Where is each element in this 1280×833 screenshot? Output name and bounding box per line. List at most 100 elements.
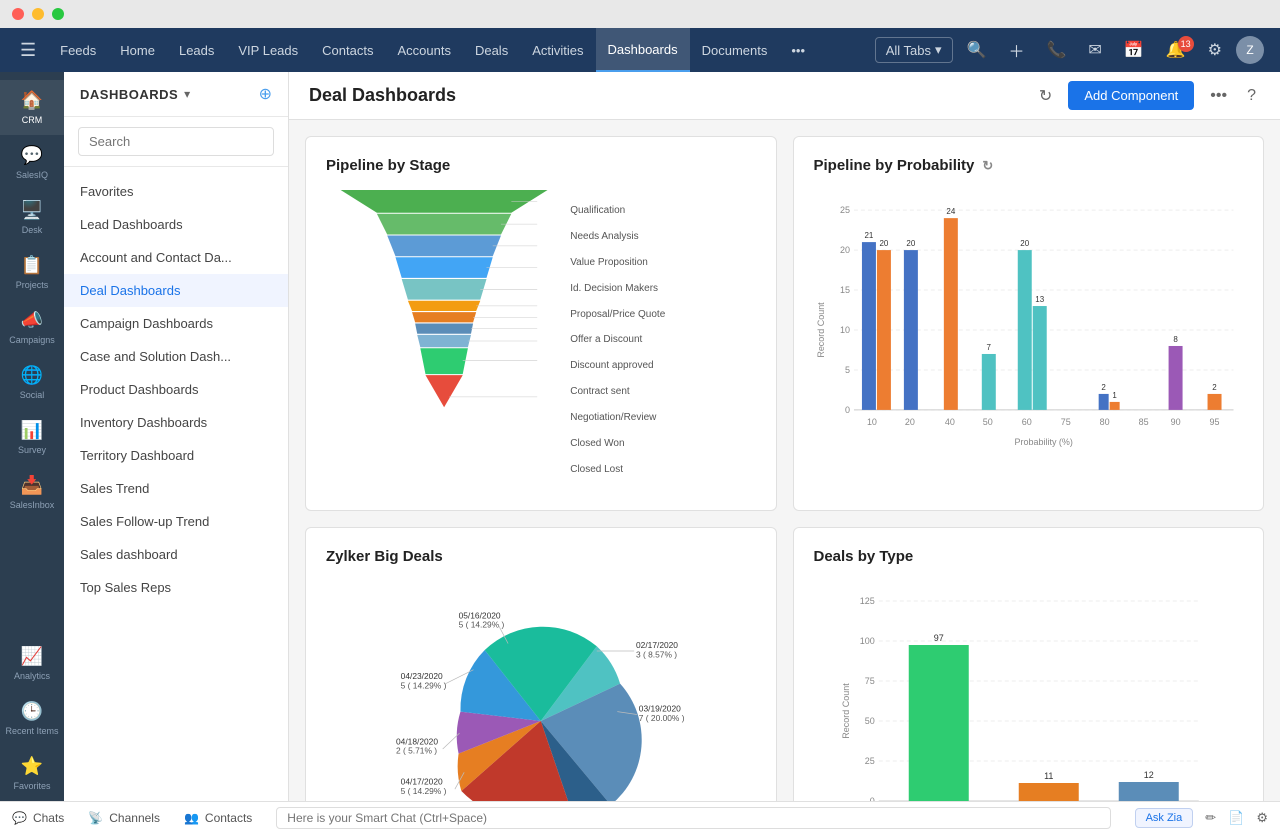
email-icon-btn[interactable]: ✉ (1080, 36, 1109, 64)
sidebar-item-top-sales-reps[interactable]: Top Sales Reps (64, 571, 288, 604)
minimize-btn[interactable] (32, 8, 44, 20)
bottom-icon-2[interactable]: 📄 (1228, 810, 1244, 826)
funnel-label-6: Discount approved (570, 360, 755, 371)
more-options-icon[interactable]: ••• (1206, 83, 1231, 109)
probability-refresh-icon[interactable]: ↻ (982, 158, 993, 174)
sidebar-item-crm[interactable]: 🏠 CRM (0, 80, 64, 135)
crm-icon: 🏠 (21, 90, 43, 111)
sidebar-item-lead-dashboards[interactable]: Lead Dashboards (64, 208, 288, 241)
sidebar-item-campaign-dashboards[interactable]: Campaign Dashboards (64, 307, 288, 340)
svg-text:7: 7 (986, 343, 991, 352)
sidebar-item-salesinbox[interactable]: 📥 SalesInbox (0, 465, 64, 520)
sidebar-item-territory-dashboard[interactable]: Territory Dashboard (64, 439, 288, 472)
calendar-icon-btn[interactable]: 📅 (1116, 36, 1152, 64)
sidebar-item-favorites[interactable]: Favorites (64, 175, 288, 208)
sidebar-item-projects[interactable]: 📋 Projects (0, 245, 64, 300)
svg-text:100: 100 (859, 636, 874, 646)
svg-text:1: 1 (1112, 391, 1117, 400)
topnav-documents[interactable]: Documents (690, 28, 780, 72)
topnav-activities[interactable]: Activities (520, 28, 595, 72)
add-icon-btn[interactable]: ＋ (1000, 34, 1032, 66)
topnav-home[interactable]: Home (108, 28, 167, 72)
notif-badge: 13 (1178, 36, 1194, 52)
smartchat-input[interactable] (276, 807, 1110, 829)
sidebar-item-recent[interactable]: 🕒 Recent Items (0, 691, 64, 746)
chats-icon: 💬 (12, 811, 27, 825)
topnav-deals[interactable]: Deals (463, 28, 520, 72)
svg-text:40: 40 (944, 417, 954, 427)
desk-icon: 🖥️ (21, 200, 43, 221)
chats-button[interactable]: 💬 Chats (12, 811, 64, 825)
sidebar-item-sales-dashboard[interactable]: Sales dashboard (64, 538, 288, 571)
sidebar-item-sales-trend[interactable]: Sales Trend (64, 472, 288, 505)
sidebar-item-product-dashboards[interactable]: Product Dashboards (64, 373, 288, 406)
topnav-feeds[interactable]: Feeds (48, 28, 108, 72)
hamburger-icon[interactable]: ☰ (8, 40, 48, 61)
sidebar-item-account-contact[interactable]: Account and Contact Da... (64, 241, 288, 274)
contacts-icon: 👥 (184, 811, 199, 825)
sidebar-chevron-icon[interactable]: ▾ (184, 87, 190, 101)
channels-icon: 📡 (88, 811, 103, 825)
topnav-more[interactable]: ••• (779, 28, 817, 72)
svg-text:20: 20 (1020, 239, 1029, 248)
bottom-icon-3[interactable]: ⚙ (1256, 810, 1268, 826)
topnav-accounts[interactable]: Accounts (385, 28, 462, 72)
funnel-label-7: Contract sent (570, 386, 755, 397)
salesinbox-icon: 📥 (21, 475, 43, 496)
sidebar-item-survey[interactable]: 📊 Survey (0, 410, 64, 465)
pie-chart-svg: 02/17/2020 3 ( 8.57% ) 03/19/2020 7 ( 20… (326, 581, 756, 801)
funnel-label-10: Closed Lost (570, 464, 755, 475)
bottombar: 💬 Chats 📡 Channels 👥 Contacts Ask Zia ✏ … (0, 801, 1280, 833)
recent-icon: 🕒 (21, 701, 43, 722)
sidebar-item-case-solution[interactable]: Case and Solution Dash... (64, 340, 288, 373)
svg-text:5: 5 (844, 365, 849, 375)
add-component-button[interactable]: Add Component (1068, 81, 1194, 110)
sidebar-item-sales-followup[interactable]: Sales Follow-up Trend (64, 505, 288, 538)
bottom-icon-1[interactable]: ✏ (1205, 810, 1216, 826)
topnav-contacts[interactable]: Contacts (310, 28, 385, 72)
topnav-vip-leads[interactable]: VIP Leads (226, 28, 310, 72)
phone-icon-btn[interactable]: 📞 (1038, 36, 1074, 64)
sidebar-item-favorites[interactable]: ⭐ Favorites (0, 746, 64, 801)
svg-text:0: 0 (869, 796, 874, 801)
notifications-btn[interactable]: 🔔 13 (1158, 36, 1194, 64)
sidebar-add-icon[interactable]: ⊕ (259, 84, 272, 104)
topnav-dashboards[interactable]: Dashboards (596, 28, 690, 72)
zylker-big-deals-card: Zylker Big Deals (305, 527, 777, 801)
close-btn[interactable] (12, 8, 24, 20)
refresh-icon[interactable]: ↻ (1035, 82, 1056, 110)
all-tabs-button[interactable]: All Tabs ▾ (875, 37, 953, 63)
svg-text:11: 11 (1044, 771, 1053, 781)
maximize-btn[interactable] (52, 8, 64, 20)
svg-text:60: 60 (1021, 417, 1031, 427)
bottom-right: Ask Zia ✏ 📄 ⚙ (1135, 808, 1268, 828)
funnel-label-8: Negotiation/Review (570, 412, 755, 423)
sidebar-item-campaigns[interactable]: 📣 Campaigns (0, 300, 64, 355)
channels-button[interactable]: 📡 Channels (88, 811, 160, 825)
sidebar-item-social[interactable]: 🌐 Social (0, 355, 64, 410)
sidebar-search-container (64, 117, 288, 167)
ask-zia-button[interactable]: Ask Zia (1135, 808, 1194, 828)
svg-text:95: 95 (1209, 417, 1219, 427)
search-icon-btn[interactable]: 🔍 (959, 36, 995, 64)
sidebar-item-desk[interactable]: 🖥️ Desk (0, 190, 64, 245)
svg-text:10: 10 (839, 325, 849, 335)
sidebar-item-salesiq[interactable]: 💬 SalesIQ (0, 135, 64, 190)
user-avatar[interactable]: Z (1236, 36, 1264, 64)
help-icon[interactable]: ? (1243, 83, 1260, 109)
contacts-button[interactable]: 👥 Contacts (184, 811, 252, 825)
funnel-label-3: Id. Decision Makers (570, 283, 755, 294)
svg-text:0: 0 (844, 405, 849, 415)
sidebar-item-inventory-dashboards[interactable]: Inventory Dashboards (64, 406, 288, 439)
sidebar-item-deal-dashboards[interactable]: Deal Dashboards (64, 274, 288, 307)
campaigns-icon: 📣 (21, 310, 43, 331)
topnav-leads[interactable]: Leads (167, 28, 226, 72)
svg-text:2: 2 (1212, 383, 1217, 392)
content-header: Deal Dashboards ↻ Add Component ••• ? (289, 72, 1280, 120)
sidebar-item-analytics[interactable]: 📈 Analytics (0, 636, 64, 691)
settings-icon-btn[interactable]: ⚙ (1200, 36, 1230, 64)
topnav-items: Feeds Home Leads VIP Leads Contacts Acco… (48, 28, 875, 72)
dashboards-sidebar: DASHBOARDS ▾ ⊕ Favorites Lead Dashboards… (64, 72, 289, 801)
titlebar (0, 0, 1280, 28)
sidebar-search-input[interactable] (78, 127, 274, 156)
